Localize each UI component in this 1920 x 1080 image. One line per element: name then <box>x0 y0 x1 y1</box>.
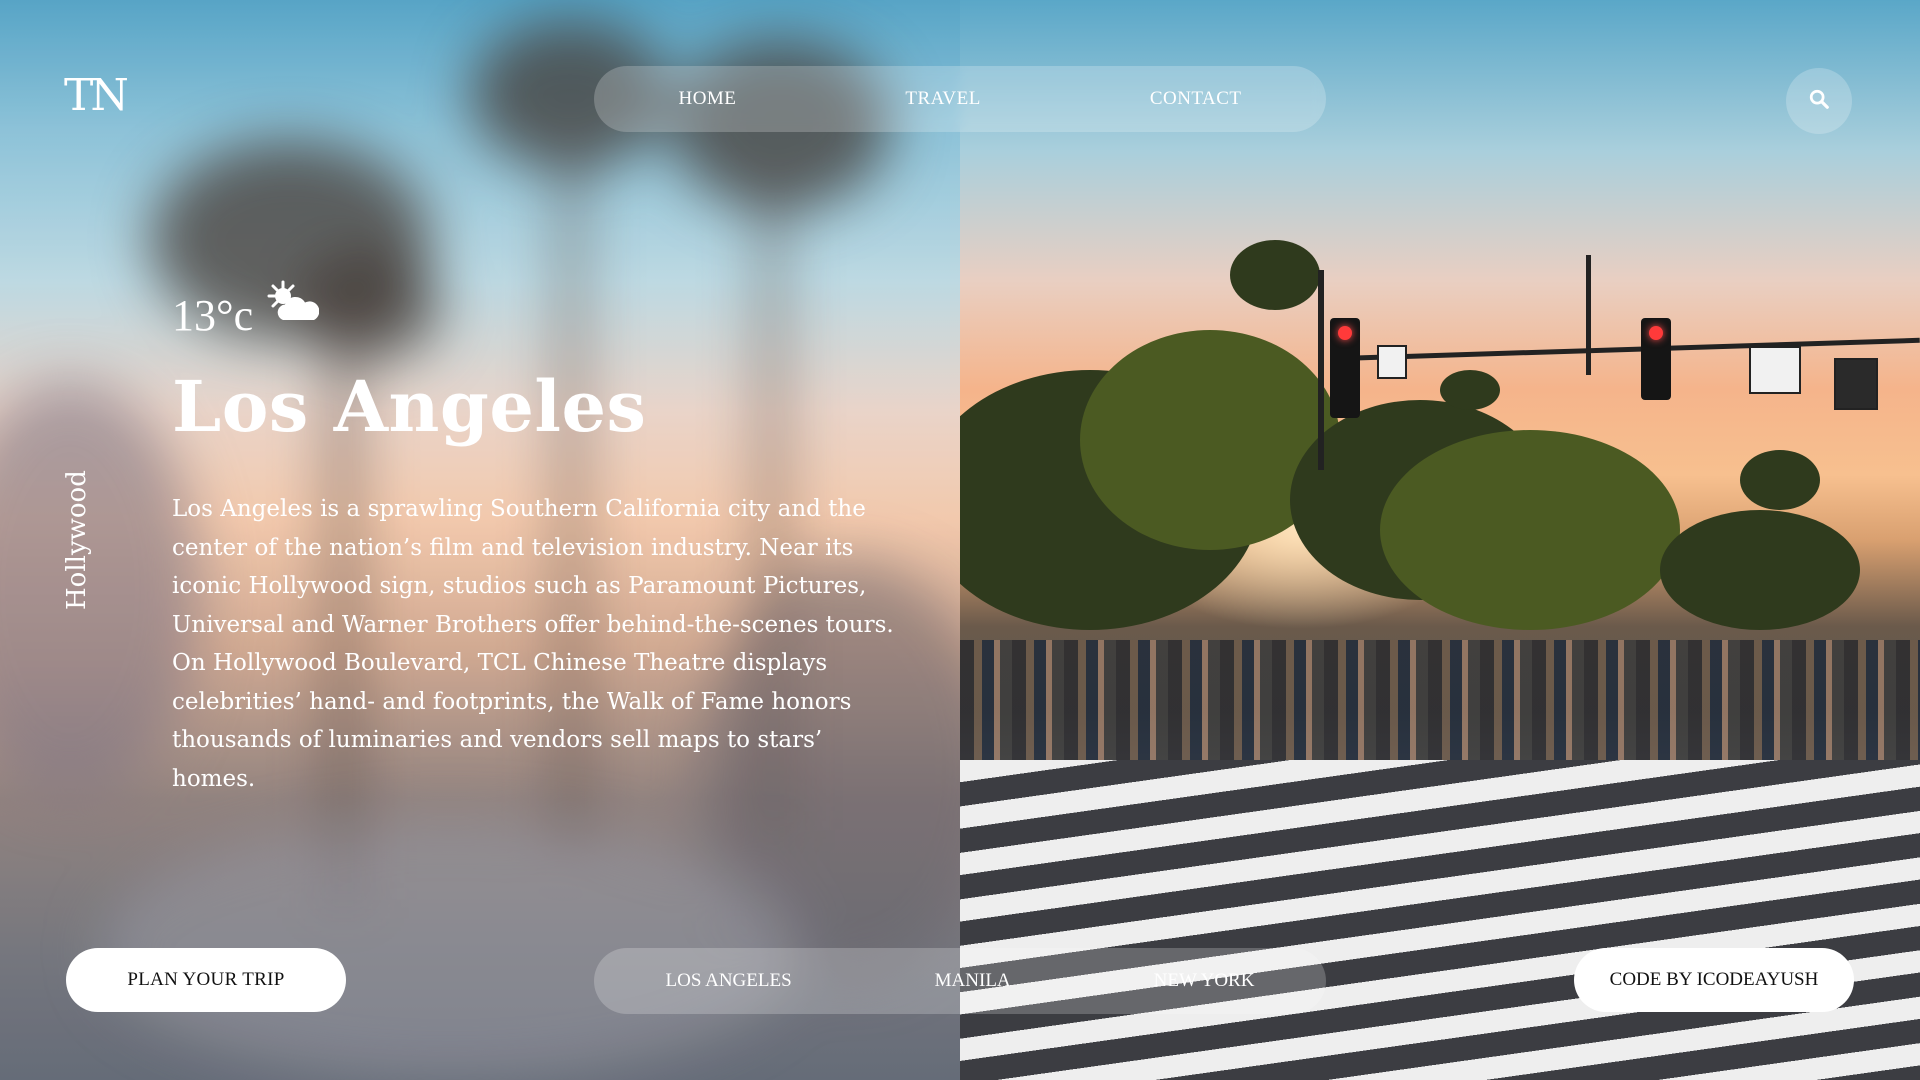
page-title: Los Angeles <box>172 365 647 448</box>
nav-item-contact[interactable]: CONTACT <box>1150 88 1242 110</box>
nav-item-home[interactable]: HOME <box>678 88 736 110</box>
side-label-hollywood: Hollywood <box>62 470 92 610</box>
city-item-los-angeles[interactable]: LOS ANGELES <box>666 970 792 992</box>
city-item-new-york[interactable]: NEW YORK <box>1154 970 1255 992</box>
main-nav: HOME TRAVEL CONTACT <box>594 66 1326 132</box>
brand-logo[interactable]: TN <box>64 70 129 121</box>
city-item-manila[interactable]: MANILA <box>935 970 1011 992</box>
nav-item-travel[interactable]: TRAVEL <box>905 88 980 110</box>
search-button[interactable] <box>1786 68 1852 134</box>
temperature: 13°c <box>172 291 254 340</box>
city-crosswalk-photo <box>960 0 1920 1080</box>
city-nav: LOS ANGELES MANILA NEW YORK <box>594 948 1326 1014</box>
sun-behind-cloud-icon <box>265 280 320 330</box>
search-icon <box>1808 88 1830 114</box>
plan-your-trip-button[interactable]: PLAN YOUR TRIP <box>66 948 346 1012</box>
weather-widget: 13°c <box>172 280 320 341</box>
city-description: Los Angeles is a sprawling Southern Cali… <box>172 496 894 792</box>
code-credit-button[interactable]: CODE BY ICODEAYUSH <box>1574 948 1854 1012</box>
